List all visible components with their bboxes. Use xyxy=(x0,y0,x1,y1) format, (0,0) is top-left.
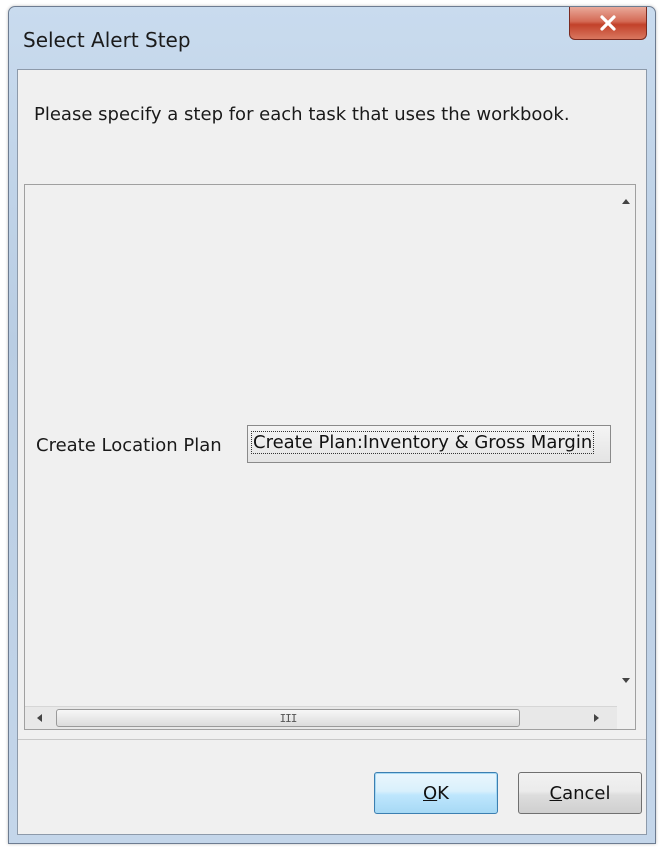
instruction-text: Please specify a step for each task that… xyxy=(34,104,570,125)
ok-button-mnemonic: O xyxy=(423,782,438,804)
horizontal-scrollbar[interactable]: III xyxy=(25,706,617,729)
divider xyxy=(18,739,646,740)
dialog-window: Select Alert Step Please specify a step … xyxy=(8,6,656,844)
scrollbar-corner xyxy=(617,707,635,729)
vertical-scrollbar[interactable] xyxy=(617,185,635,707)
ok-button[interactable]: OK xyxy=(374,772,498,814)
task-label: Create Location Plan xyxy=(36,435,222,456)
task-step-panel: Create Location Plan Create Plan:Invento… xyxy=(24,184,636,730)
close-button[interactable] xyxy=(569,7,647,40)
step-select[interactable]: Create Plan:Inventory & Gross Margin xyxy=(247,425,611,463)
window-title: Select Alert Step xyxy=(23,28,191,52)
triangle-up-icon[interactable] xyxy=(621,197,631,205)
close-icon xyxy=(600,15,616,31)
ok-button-label: K xyxy=(437,782,449,804)
horizontal-scroll-thumb[interactable]: III xyxy=(56,709,520,727)
title-bar[interactable]: Select Alert Step xyxy=(9,7,655,69)
step-select-value: Create Plan:Inventory & Gross Margin xyxy=(250,431,595,454)
triangle-down-icon[interactable] xyxy=(621,677,631,685)
cancel-button-label: ancel xyxy=(562,782,611,804)
triangle-left-icon[interactable] xyxy=(35,713,43,723)
cancel-button[interactable]: Cancel xyxy=(518,772,642,814)
triangle-right-icon[interactable] xyxy=(593,713,601,723)
dialog-content: Please specify a step for each task that… xyxy=(17,69,647,835)
cancel-button-mnemonic: C xyxy=(549,782,563,804)
